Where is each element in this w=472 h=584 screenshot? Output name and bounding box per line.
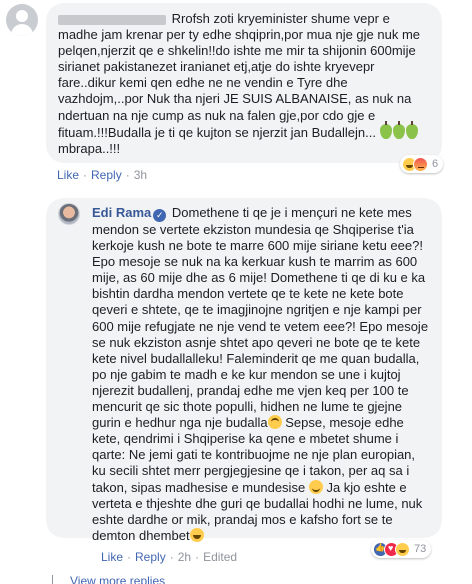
comment-text-end: mbrapa..!!! bbox=[58, 140, 121, 156]
avatar-body-shape bbox=[11, 24, 33, 36]
laughing-face-icon bbox=[189, 527, 204, 542]
reactions-summary[interactable]: 6 bbox=[400, 155, 444, 173]
smiling-face-icon bbox=[308, 479, 323, 494]
reply-actions: Like · Reply · 2h · Edited bbox=[101, 550, 237, 564]
upside-down-face-icon bbox=[267, 415, 282, 430]
pear-emoji-group bbox=[379, 120, 419, 140]
comment-text: Rrofsh zoti kryeminister shume vepr e ma… bbox=[58, 11, 421, 140]
separator-dot: · bbox=[169, 550, 174, 564]
separator-dot: · bbox=[125, 168, 130, 182]
like-button[interactable]: Like bbox=[57, 168, 79, 182]
like-button[interactable]: Like bbox=[101, 550, 123, 564]
comment-actions: Like · Reply · 3h bbox=[57, 168, 147, 182]
redacted-author-name bbox=[58, 14, 166, 25]
pear-icon bbox=[379, 120, 392, 139]
reaction-count: 73 bbox=[414, 543, 427, 555]
view-more-replies-link[interactable]: View more replies bbox=[70, 574, 165, 584]
reply-text: Domethene ti qe je i mençuri ne kete mes… bbox=[92, 205, 429, 431]
separator-dot: · bbox=[127, 550, 132, 564]
timestamp[interactable]: 2h bbox=[178, 550, 191, 564]
author-name[interactable]: Edi Rama bbox=[92, 205, 151, 220]
haha-reaction-icon bbox=[395, 541, 410, 557]
reply-bubble: Edi Rama ✓ Domethene ti qe je i mençuri n… bbox=[46, 198, 442, 543]
reactions-summary[interactable]: 73 bbox=[371, 540, 432, 558]
verified-badge-icon: ✓ bbox=[153, 209, 167, 222]
comment-bubble: Rrofsh zoti kryeminister shume vepr e ma… bbox=[46, 3, 442, 163]
pear-icon bbox=[392, 120, 405, 139]
commenter-avatar[interactable] bbox=[6, 4, 38, 36]
separator-dot: · bbox=[195, 550, 200, 564]
timestamp[interactable]: 3h bbox=[134, 168, 147, 182]
separator-dot: · bbox=[83, 168, 88, 182]
pear-icon bbox=[405, 120, 418, 139]
reply-button[interactable]: Reply bbox=[135, 550, 166, 564]
angry-reaction-icon bbox=[413, 156, 428, 172]
reply-button[interactable]: Reply bbox=[91, 168, 122, 182]
reply-arrow-icon bbox=[52, 575, 62, 584]
author-avatar[interactable] bbox=[58, 203, 80, 225]
edited-label[interactable]: Edited bbox=[203, 550, 237, 564]
reaction-count: 6 bbox=[432, 158, 439, 170]
avatar-head-shape bbox=[16, 10, 28, 22]
